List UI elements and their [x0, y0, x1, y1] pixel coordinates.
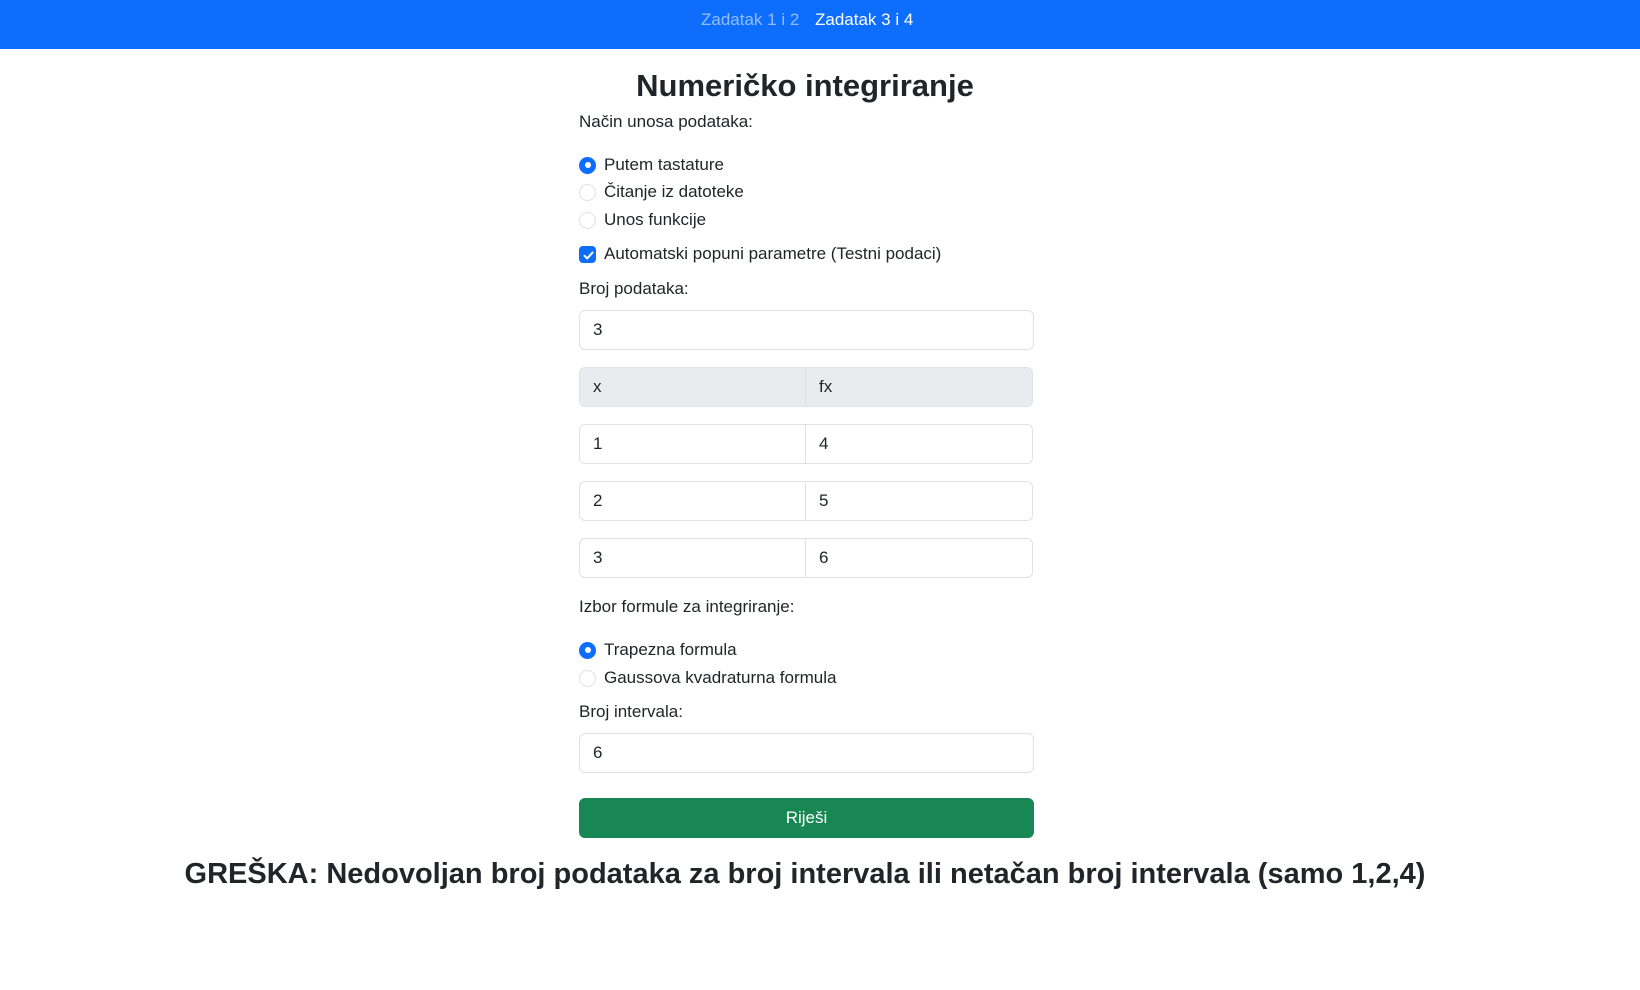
radio-trapezoid-label: Trapezna formula [604, 640, 737, 659]
table-header-row: x fx [579, 367, 1034, 407]
radio-button[interactable] [579, 669, 596, 687]
autofill-checkbox[interactable] [579, 245, 596, 263]
table-row: 1 4 [579, 424, 1034, 464]
fx-input[interactable]: 5 [805, 481, 1033, 521]
radio-file-label: Čitanje iz datoteke [604, 182, 744, 201]
fx-input[interactable]: 6 [805, 538, 1033, 578]
table-header-fx: fx [805, 367, 1033, 407]
x-input[interactable]: 2 [579, 481, 806, 521]
radio-keyboard-label: Putem tastature [604, 155, 725, 174]
navbar: Zadatak 1 i 2 Zadatak 3 i 4 [0, 0, 1640, 49]
table-row: 3 6 [579, 538, 1034, 578]
page-title: Numeričko integriranje [636, 68, 974, 103]
error-message: GREŠKA: Nedovoljan broj podataka za broj… [184, 858, 1426, 890]
radio-button-checked[interactable] [579, 641, 596, 659]
intervals-label: Broj intervala: [579, 702, 683, 721]
data-count-label: Broj podataka: [579, 279, 689, 298]
radio-button-checked[interactable] [579, 156, 596, 174]
formula-label: Izbor formule za integriranje: [579, 597, 795, 616]
radio-keyboard[interactable]: Putem tastature [579, 154, 724, 176]
radio-button[interactable] [579, 211, 596, 229]
input-mode-label: Način unosa podataka: [579, 112, 753, 131]
radio-function[interactable]: Unos funkcije [579, 209, 706, 231]
fx-input[interactable]: 4 [805, 424, 1033, 464]
x-input[interactable]: 3 [579, 538, 806, 578]
radio-button[interactable] [579, 183, 596, 201]
radio-gauss-label: Gaussova kvadraturna formula [604, 668, 837, 687]
nav-link-zadatak-1-2[interactable]: Zadatak 1 i 2 [701, 9, 799, 31]
radio-file[interactable]: Čitanje iz datoteke [579, 181, 744, 203]
checkmark-icon [583, 251, 594, 259]
table-header-x: x [579, 367, 806, 407]
intervals-input[interactable]: 6 [579, 733, 1034, 773]
autofill-label: Automatski popuni parametre (Testni poda… [604, 244, 942, 263]
radio-trapezoid[interactable]: Trapezna formula [579, 639, 737, 661]
radio-function-label: Unos funkcije [604, 210, 707, 229]
autofill-checkbox-row[interactable]: Automatski popuni parametre (Testni poda… [579, 243, 941, 265]
nav-link-zadatak-3-4[interactable]: Zadatak 3 i 4 [815, 9, 913, 31]
solve-button[interactable]: Riješi [579, 798, 1034, 838]
x-input[interactable]: 1 [579, 424, 806, 464]
radio-gauss[interactable]: Gaussova kvadraturna formula [579, 667, 836, 689]
table-row: 2 5 [579, 481, 1034, 521]
data-count-input[interactable]: 3 [579, 310, 1034, 350]
